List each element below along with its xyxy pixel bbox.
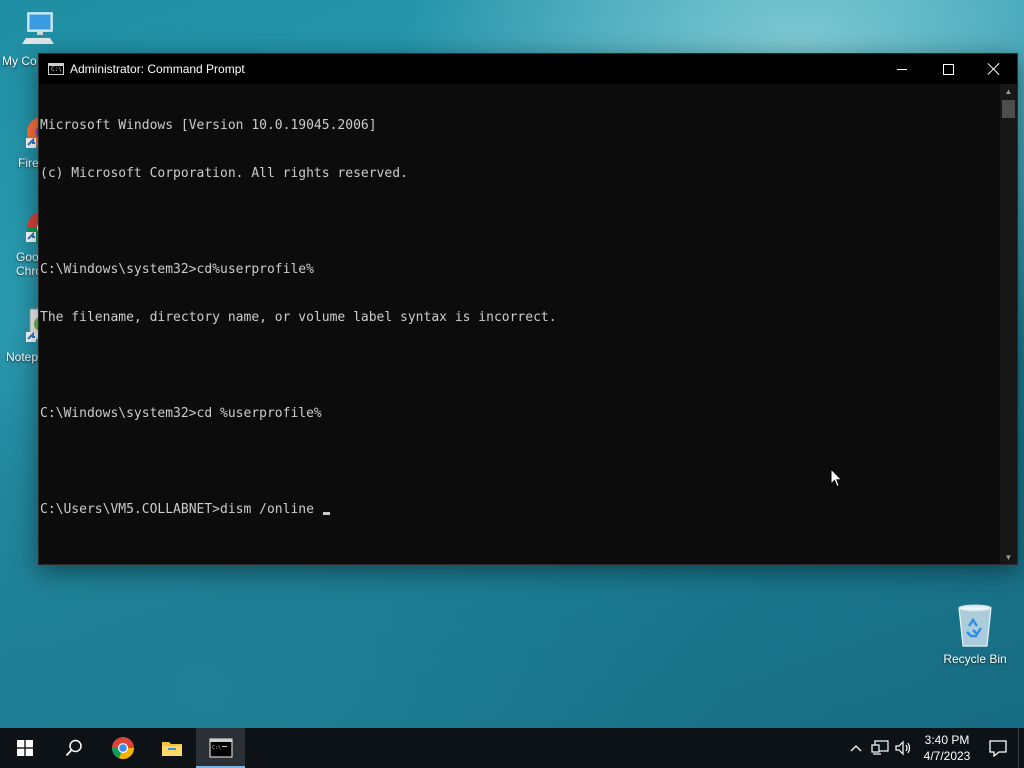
taskbar: C:\ 3:40 PM 4/7/2023 xyxy=(0,728,1024,768)
cmd-icon: C:\ xyxy=(208,738,233,758)
console-line: C:\Windows\system32>cd %userprofile% xyxy=(40,406,322,421)
cmd-taskbar-button[interactable]: C:\ xyxy=(196,728,245,768)
console-line: The filename, directory name, or volume … xyxy=(40,310,557,325)
windows-logo-icon xyxy=(16,740,33,756)
system-tray: 3:40 PM 4/7/2023 xyxy=(844,728,1024,768)
window-controls xyxy=(879,54,1017,84)
show-hidden-icons-button[interactable] xyxy=(844,728,868,768)
recycle-bin-label: Recycle Bin xyxy=(943,652,1007,666)
search-icon xyxy=(65,739,82,757)
console-line: (c) Microsoft Corporation. All rights re… xyxy=(40,166,408,181)
maximize-button[interactable] xyxy=(925,54,971,84)
minimize-button[interactable] xyxy=(879,54,925,84)
scroll-thumb[interactable] xyxy=(1002,100,1015,118)
command-prompt-window[interactable]: C:\ Administrator: Command Prompt Micros… xyxy=(38,53,1018,565)
vertical-scrollbar[interactable]: ▲ ▼ xyxy=(1000,84,1017,564)
scroll-down-arrow-icon[interactable]: ▼ xyxy=(1000,550,1017,564)
network-button[interactable] xyxy=(868,728,892,768)
svg-text:C:\: C:\ xyxy=(212,745,221,751)
chevron-up-icon xyxy=(850,745,862,752)
cmd-icon: C:\ xyxy=(48,63,64,75)
desktop-icon-recycle-bin[interactable]: Recycle Bin xyxy=(940,602,1010,666)
recycle-bin-icon xyxy=(955,602,995,648)
minimize-icon xyxy=(897,68,907,70)
volume-icon xyxy=(895,740,911,756)
show-desktop-button[interactable] xyxy=(1018,728,1024,768)
console-input-line[interactable]: C:\Users\VM5.COLLABNET>dism /online xyxy=(40,502,999,518)
title-bar[interactable]: C:\ Administrator: Command Prompt xyxy=(39,54,1017,84)
computer-icon xyxy=(18,10,58,50)
clock[interactable]: 3:40 PM 4/7/2023 xyxy=(916,732,978,764)
maximize-icon xyxy=(942,63,954,75)
notification-icon xyxy=(989,740,1007,757)
close-button[interactable] xyxy=(971,54,1017,84)
clock-time: 3:40 PM xyxy=(924,733,970,747)
chrome-icon xyxy=(111,737,134,760)
start-button[interactable] xyxy=(0,728,49,768)
console-line: Microsoft Windows [Version 10.0.19045.20… xyxy=(40,118,377,133)
console-output[interactable]: Microsoft Windows [Version 10.0.19045.20… xyxy=(39,84,1000,564)
action-center-button[interactable] xyxy=(978,728,1018,768)
console-current-command: C:\Users\VM5.COLLABNET>dism /online xyxy=(40,502,322,517)
chrome-taskbar-button[interactable] xyxy=(98,728,147,768)
folder-icon xyxy=(161,742,182,756)
mouse-pointer-icon xyxy=(830,467,844,488)
clock-date: 4/7/2023 xyxy=(923,749,971,763)
search-button[interactable] xyxy=(49,728,98,768)
console-line: C:\Windows\system32>cd%userprofile% xyxy=(40,262,314,277)
close-icon xyxy=(988,63,1000,75)
network-icon xyxy=(871,740,889,755)
volume-button[interactable] xyxy=(892,728,916,768)
window-title: Administrator: Command Prompt xyxy=(70,62,245,76)
text-cursor xyxy=(322,512,330,515)
scroll-up-arrow-icon[interactable]: ▲ xyxy=(1000,84,1017,98)
file-explorer-taskbar-button[interactable] xyxy=(147,728,196,768)
